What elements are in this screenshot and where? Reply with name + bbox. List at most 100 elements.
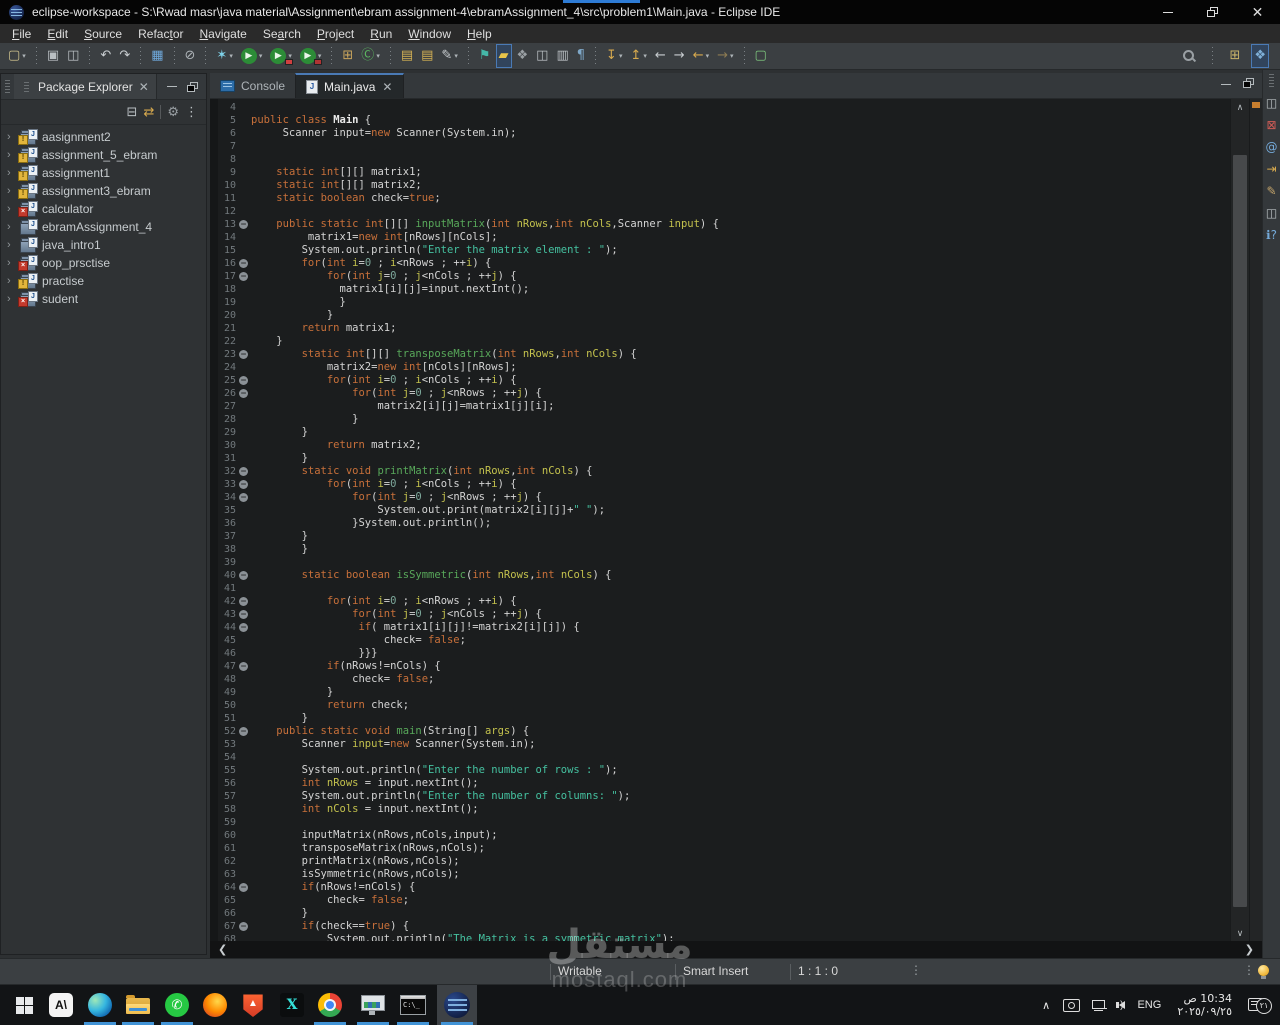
last-edit-location-button[interactable]: ▢: [752, 44, 770, 68]
taskbar-edge[interactable]: [80, 985, 120, 1025]
fold-collapse-icon[interactable]: –: [239, 883, 248, 892]
taskbar-a-notation[interactable]: A\: [41, 985, 81, 1025]
show-source-button[interactable]: ▥: [553, 44, 571, 68]
language-indicator[interactable]: ENG: [1129, 999, 1169, 1011]
open-folder-button[interactable]: ▤: [398, 44, 416, 68]
show-whitespace-toggle[interactable]: ¶: [574, 44, 588, 68]
fold-collapse-icon[interactable]: –: [239, 571, 248, 580]
back-history-button[interactable]: ←▾: [690, 44, 712, 68]
expand-chevron-icon[interactable]: ›: [7, 131, 16, 143]
code-editor[interactable]: 45public class Main {6 Scanner input=new…: [210, 99, 1262, 941]
javadoc-view-button[interactable]: @: [1266, 141, 1278, 154]
save-all-button[interactable]: ◫: [64, 44, 82, 68]
taskbar-x-app[interactable]: X: [272, 985, 312, 1025]
launch-debug-button[interactable]: ✶▾: [213, 44, 235, 68]
taskbar-brave[interactable]: ▲: [233, 985, 273, 1025]
skip-breakpoints-button[interactable]: ⊘: [182, 44, 199, 68]
menu-search[interactable]: Search: [255, 26, 309, 42]
scroll-right-icon[interactable]: ❯: [1245, 943, 1254, 956]
annotation-marker[interactable]: [1252, 102, 1260, 108]
fold-collapse-icon[interactable]: –: [239, 259, 248, 268]
expand-chevron-icon[interactable]: ›: [7, 167, 16, 179]
previous-annotation-button[interactable]: ↥▾: [627, 44, 649, 68]
project-ebramAssignment_4[interactable]: ›JebramAssignment_4: [1, 218, 206, 236]
fold-collapse-icon[interactable]: –: [239, 272, 248, 281]
format-brush-button[interactable]: ✎▾: [438, 44, 460, 68]
open-console-button[interactable]: ▦: [148, 44, 166, 68]
project-assignment3_ebram[interactable]: ›J!assignment3_ebram: [1, 182, 206, 200]
expand-chevron-icon[interactable]: ›: [7, 221, 16, 233]
project-sudent[interactable]: ›J×sudent: [1, 290, 206, 308]
menu-help[interactable]: Help: [459, 26, 500, 42]
status-overflow-right-icon[interactable]: ⋮: [1243, 963, 1255, 977]
undo-button[interactable]: ↶: [97, 44, 114, 68]
tips-lightbulb-icon[interactable]: [1258, 965, 1269, 976]
formatter-view-button[interactable]: ✎: [1266, 185, 1276, 198]
menu-run[interactable]: Run: [362, 26, 400, 42]
project-java_intro1[interactable]: ›Jjava_intro1: [1, 236, 206, 254]
taskbar-terminal[interactable]: C:\_: [393, 985, 433, 1025]
horizontal-scrollbar[interactable]: ❮ ❯: [210, 941, 1262, 958]
save-button[interactable]: ▣: [44, 44, 62, 68]
new-class-button[interactable]: Ⓒ▾: [358, 44, 383, 68]
scroll-left-icon[interactable]: ❮: [218, 943, 227, 956]
new-wizard-button[interactable]: ▢▾: [5, 44, 29, 68]
expand-chevron-icon[interactable]: ›: [7, 257, 16, 269]
taskbar-chrome[interactable]: [310, 985, 350, 1025]
vertical-scrollbar[interactable]: ∧ ∨: [1230, 99, 1249, 941]
menu-file[interactable]: File: [4, 26, 39, 42]
tray-expand-icon[interactable]: ∧: [1035, 999, 1057, 1012]
network-icon[interactable]: [1092, 999, 1107, 1011]
expand-chevron-icon[interactable]: ›: [7, 149, 16, 161]
mark-occurrences-toggle[interactable]: ▰: [496, 44, 512, 68]
expand-chevron-icon[interactable]: ›: [7, 275, 16, 287]
taskbar-file-explorer[interactable]: [118, 985, 158, 1025]
menu-refactor[interactable]: Refactor: [130, 26, 191, 42]
breakpoint-margin[interactable]: [210, 99, 218, 941]
project-assignment_5_ebram[interactable]: ›J!assignment_5_ebram: [1, 146, 206, 164]
meet-now-icon[interactable]: [1063, 999, 1080, 1012]
new-task-button[interactable]: ⚑: [476, 44, 494, 68]
fold-collapse-icon[interactable]: –: [239, 623, 248, 632]
expand-chevron-icon[interactable]: ›: [7, 203, 16, 215]
scroll-down-icon[interactable]: ∨: [1231, 925, 1249, 941]
scroll-up-icon[interactable]: ∧: [1231, 99, 1249, 115]
package-explorer-tab[interactable]: Package Explorer ✕: [14, 74, 157, 99]
dock-handle-icon[interactable]: [1269, 74, 1274, 88]
fold-collapse-icon[interactable]: –: [239, 467, 248, 476]
restore-button[interactable]: [1190, 0, 1235, 24]
drag-handle-icon[interactable]: [5, 80, 10, 94]
new-java-project-button[interactable]: ⊞: [339, 44, 356, 68]
menu-edit[interactable]: Edit: [39, 26, 76, 42]
view-menu-button[interactable]: ⋮: [185, 105, 198, 120]
redo-button[interactable]: ↷: [116, 44, 133, 68]
problems-view-button[interactable]: ⊠: [1266, 119, 1276, 132]
menu-source[interactable]: Source: [76, 26, 130, 42]
minimize-view-button[interactable]: [167, 86, 177, 87]
profile-button[interactable]: ▶▾: [297, 44, 325, 68]
close-view-icon[interactable]: ✕: [138, 80, 150, 94]
maximize-view-button[interactable]: [187, 82, 198, 92]
forward-button[interactable]: →: [671, 44, 688, 68]
fold-collapse-icon[interactable]: –: [239, 389, 248, 398]
overview-ruler[interactable]: [1249, 99, 1262, 941]
expand-chevron-icon[interactable]: ›: [7, 293, 16, 305]
restore-view-button[interactable]: ◫: [1266, 97, 1277, 110]
fold-collapse-icon[interactable]: –: [239, 376, 248, 385]
fold-collapse-icon[interactable]: –: [239, 727, 248, 736]
status-overflow-icon[interactable]: ⋮: [910, 963, 922, 977]
taskbar-start[interactable]: [4, 985, 44, 1025]
volume-icon[interactable]: ): [1119, 1000, 1123, 1011]
fold-collapse-icon[interactable]: –: [239, 662, 248, 671]
minimize-editor-button[interactable]: [1221, 84, 1231, 85]
maximize-editor-button[interactable]: [1243, 78, 1254, 88]
notification-center-icon[interactable]: ٢١: [1248, 998, 1266, 1013]
import-folder-button[interactable]: ▤: [418, 44, 436, 68]
fold-collapse-icon[interactable]: –: [239, 597, 248, 606]
taskbar-eclipse[interactable]: [437, 985, 477, 1025]
taskbar-system-monitor[interactable]: [353, 985, 393, 1025]
collapse-all-button[interactable]: ⊟: [127, 105, 138, 120]
project-practise[interactable]: ›J!practise: [1, 272, 206, 290]
menu-project[interactable]: Project: [309, 26, 362, 42]
close-tab-icon[interactable]: ✕: [381, 80, 393, 94]
